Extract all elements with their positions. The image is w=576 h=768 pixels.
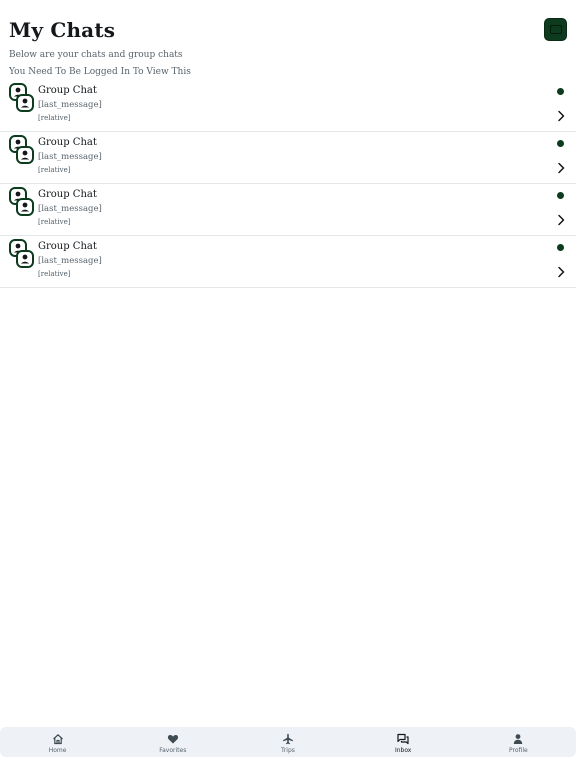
person-icon [514,733,523,744]
nav-label: Home [48,746,67,754]
nav-item-inbox[interactable]: Inbox [346,727,461,757]
group-avatar-icon [9,239,34,268]
chat-timestamp: [relative] [38,270,71,278]
chat-title: Group Chat [38,241,97,252]
nav-item-trips[interactable]: Trips [230,727,345,757]
nav-item-home[interactable]: Home [0,727,115,757]
page-title: My Chats [9,18,116,42]
page-subtitle: Below are your chats and group chats [9,50,183,60]
chat-list-item[interactable]: Group Chat [last_message] [relative] [0,184,576,236]
chat-text: Group Chat [last_message] [relative] [38,85,102,123]
chevron-right-icon [558,214,565,226]
chat-text: Group Chat [last_message] [relative] [38,189,102,227]
chevron-right-icon [558,162,565,174]
chat-last-message: [last_message] [38,204,102,214]
chevron-right-icon [558,266,565,278]
chat-last-message: [last_message] [38,256,102,266]
chat-list-item[interactable]: Group Chat [last_message] [relative] [0,132,576,184]
chat-list-item[interactable]: Group Chat [last_message] [relative] [0,80,576,132]
bottom-navigation: Home Favorites Trips Inbox Profile [0,727,576,757]
nav-label: Trips [281,746,295,754]
unread-indicator [557,88,564,95]
chat-timestamp: [relative] [38,166,71,174]
home-icon [52,733,63,744]
unread-indicator [557,244,564,251]
chat-last-message: [last_message] [38,100,102,110]
chat-title: Group Chat [38,137,97,148]
heart-icon [167,734,178,743]
chat-title: Group Chat [38,189,97,200]
new-chat-button[interactable] [544,18,567,41]
chat-timestamp: [relative] [38,114,71,122]
chat-icon [549,25,562,34]
unread-indicator [557,140,564,147]
nav-label: Inbox [394,746,412,754]
group-avatar-icon [9,83,34,112]
airplane-icon [282,733,293,744]
nav-item-favorites[interactable]: Favorites [115,727,230,757]
nav-label: Profile [509,746,528,754]
chat-timestamp: [relative] [38,218,71,226]
group-avatar-icon [9,187,34,216]
chat-title: Group Chat [38,85,97,96]
chat-bubbles-icon [397,733,409,744]
unread-indicator [557,192,564,199]
chat-last-message: [last_message] [38,152,102,162]
nav-label: Favorites [159,746,187,754]
chevron-right-icon [558,110,565,122]
group-avatar-icon [9,135,34,164]
nav-item-profile[interactable]: Profile [461,727,576,757]
login-notice: You Need To Be Logged In To View This [9,67,191,77]
chat-text: Group Chat [last_message] [relative] [38,241,102,279]
chat-text: Group Chat [last_message] [relative] [38,137,102,175]
chat-list-item[interactable]: Group Chat [last_message] [relative] [0,236,576,288]
chat-list: Group Chat [last_message] [relative] Gro… [0,80,576,288]
